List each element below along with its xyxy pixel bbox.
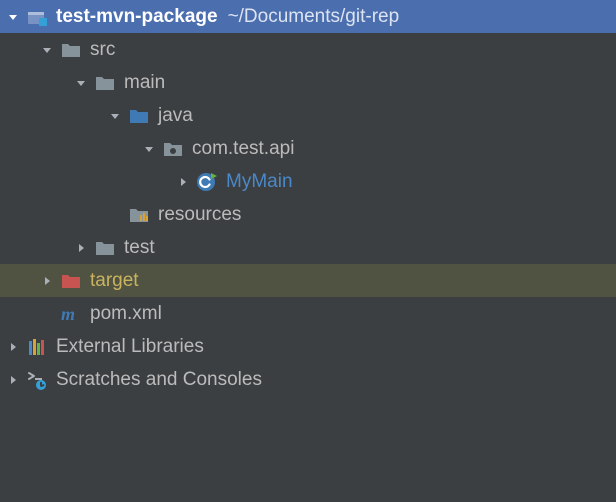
tree-item-target[interactable]: target: [0, 264, 616, 297]
chevron-right-icon: [6, 340, 20, 354]
folder-icon: [60, 39, 82, 61]
label: test: [124, 237, 155, 259]
chevron-right-icon: [176, 175, 190, 189]
tree-item-java[interactable]: java: [0, 99, 616, 132]
tree-item-package[interactable]: com.test.api: [0, 132, 616, 165]
tree-item-project-root[interactable]: test-mvn-package ~/Documents/git-rep: [0, 0, 616, 33]
package-icon: [162, 138, 184, 160]
label: com.test.api: [192, 138, 294, 160]
java-class-runnable-icon: [196, 171, 218, 193]
label: Scratches and Consoles: [56, 369, 262, 391]
label: pom.xml: [90, 303, 162, 325]
project-path: ~/Documents/git-rep: [228, 6, 400, 28]
chevron-down-icon: [40, 43, 54, 57]
label: resources: [158, 204, 241, 226]
tree-item-resources[interactable]: resources: [0, 198, 616, 231]
folder-icon: [94, 72, 116, 94]
chevron-down-icon: [6, 10, 20, 24]
tree-item-test[interactable]: test: [0, 231, 616, 264]
label: target: [90, 270, 139, 292]
label: src: [90, 39, 115, 61]
chevron-down-icon: [108, 109, 122, 123]
scratches-icon: [26, 369, 48, 391]
tree-item-scratches[interactable]: Scratches and Consoles: [0, 363, 616, 396]
label: MyMain: [226, 171, 293, 193]
label: main: [124, 72, 165, 94]
chevron-down-icon: [142, 142, 156, 156]
label: External Libraries: [56, 336, 204, 358]
source-folder-icon: [128, 105, 150, 127]
chevron-right-icon: [6, 373, 20, 387]
project-tree: test-mvn-package ~/Documents/git-rep src…: [0, 0, 616, 396]
label: java: [158, 105, 193, 127]
tree-item-class[interactable]: MyMain: [0, 165, 616, 198]
excluded-folder-icon: [60, 270, 82, 292]
tree-item-external-libraries[interactable]: External Libraries: [0, 330, 616, 363]
tree-item-src[interactable]: src: [0, 33, 616, 66]
svg-text:m: m: [61, 304, 75, 324]
folder-icon: [94, 237, 116, 259]
tree-item-main[interactable]: main: [0, 66, 616, 99]
library-icon: [26, 336, 48, 358]
project-module-icon: [26, 6, 48, 28]
project-name: test-mvn-package: [56, 6, 218, 28]
resources-folder-icon: [128, 204, 150, 226]
chevron-down-icon: [74, 76, 88, 90]
chevron-right-icon: [74, 241, 88, 255]
chevron-right-icon: [40, 274, 54, 288]
tree-item-pom[interactable]: m pom.xml: [0, 297, 616, 330]
maven-file-icon: m: [60, 303, 82, 325]
